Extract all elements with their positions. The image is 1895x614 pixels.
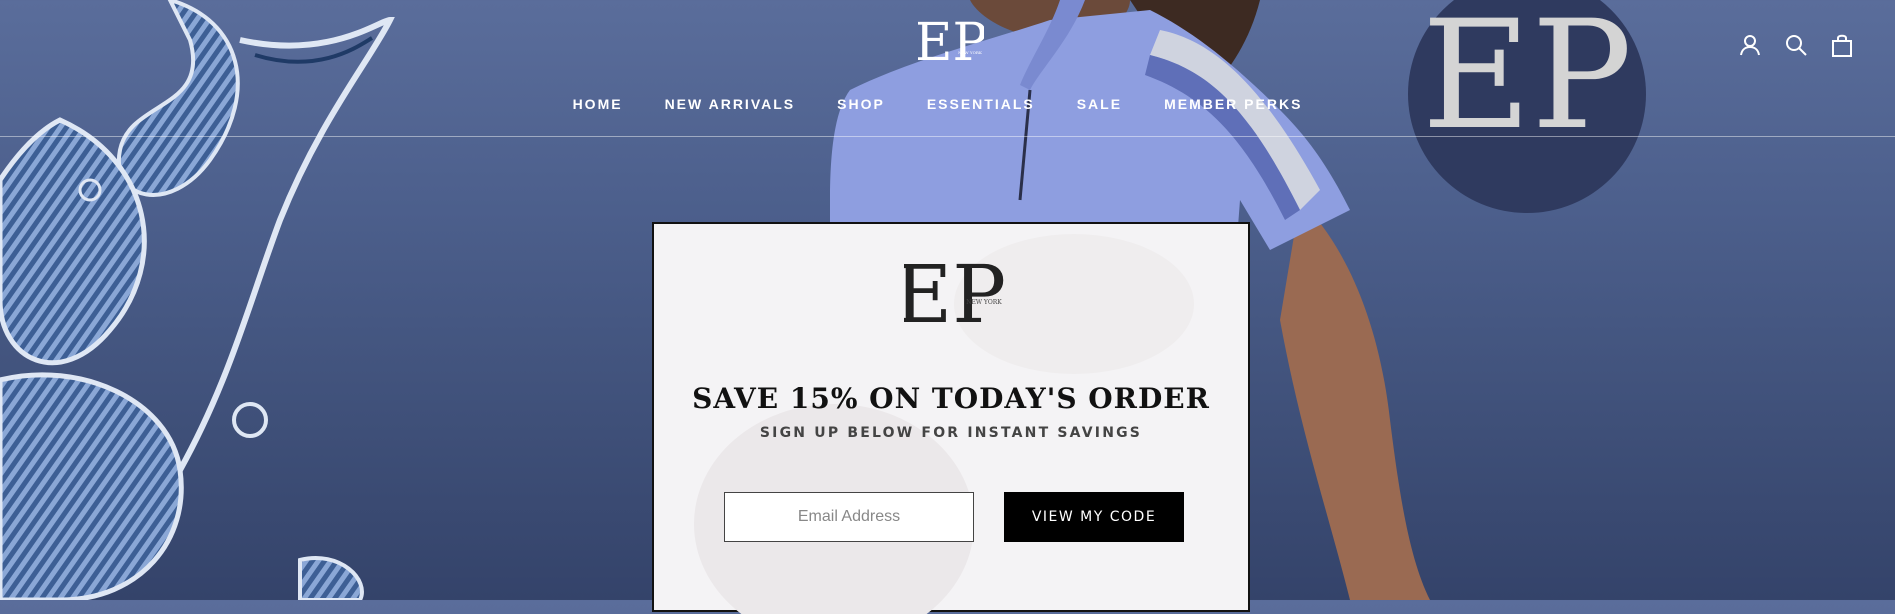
popup-brand-logo: EP NEW YORK <box>904 248 1006 330</box>
nav-shop[interactable]: SHOP <box>816 96 906 112</box>
svg-text:NEW YORK: NEW YORK <box>958 50 983 55</box>
brand-logo[interactable]: EP NEW YORK <box>918 16 984 72</box>
main-nav: HOME NEW ARRIVALS SHOP ESSENTIALS SALE M… <box>0 96 1895 112</box>
search-icon[interactable] <box>1783 32 1809 58</box>
nav-essentials[interactable]: ESSENTIALS <box>906 96 1056 112</box>
svg-text:NEW YORK: NEW YORK <box>966 299 1002 306</box>
nav-member-perks[interactable]: MEMBER PERKS <box>1143 96 1323 112</box>
discount-popup: EP NEW YORK SAVE 15% ON TODAY'S ORDER SI… <box>652 222 1250 614</box>
nav-new-arrivals[interactable]: NEW ARRIVALS <box>644 96 817 112</box>
cart-icon[interactable] <box>1829 32 1855 58</box>
header-actions <box>1737 32 1855 58</box>
account-icon[interactable] <box>1737 32 1763 58</box>
nav-sale[interactable]: SALE <box>1056 96 1143 112</box>
nav-home[interactable]: HOME <box>552 96 644 112</box>
view-code-button[interactable]: VIEW MY CODE <box>1004 492 1184 542</box>
site-header: EP NEW YORK HOME NEW ARRIVALS SHOP ESSEN… <box>0 0 1895 137</box>
popup-subtitle: SIGN UP BELOW FOR INSTANT SAVINGS <box>759 425 1143 441</box>
popup-title: SAVE 15% ON TODAY'S ORDER <box>692 382 1210 415</box>
svg-text:EP: EP <box>904 248 1006 330</box>
email-input[interactable] <box>724 492 974 542</box>
svg-text:EP: EP <box>918 16 984 72</box>
